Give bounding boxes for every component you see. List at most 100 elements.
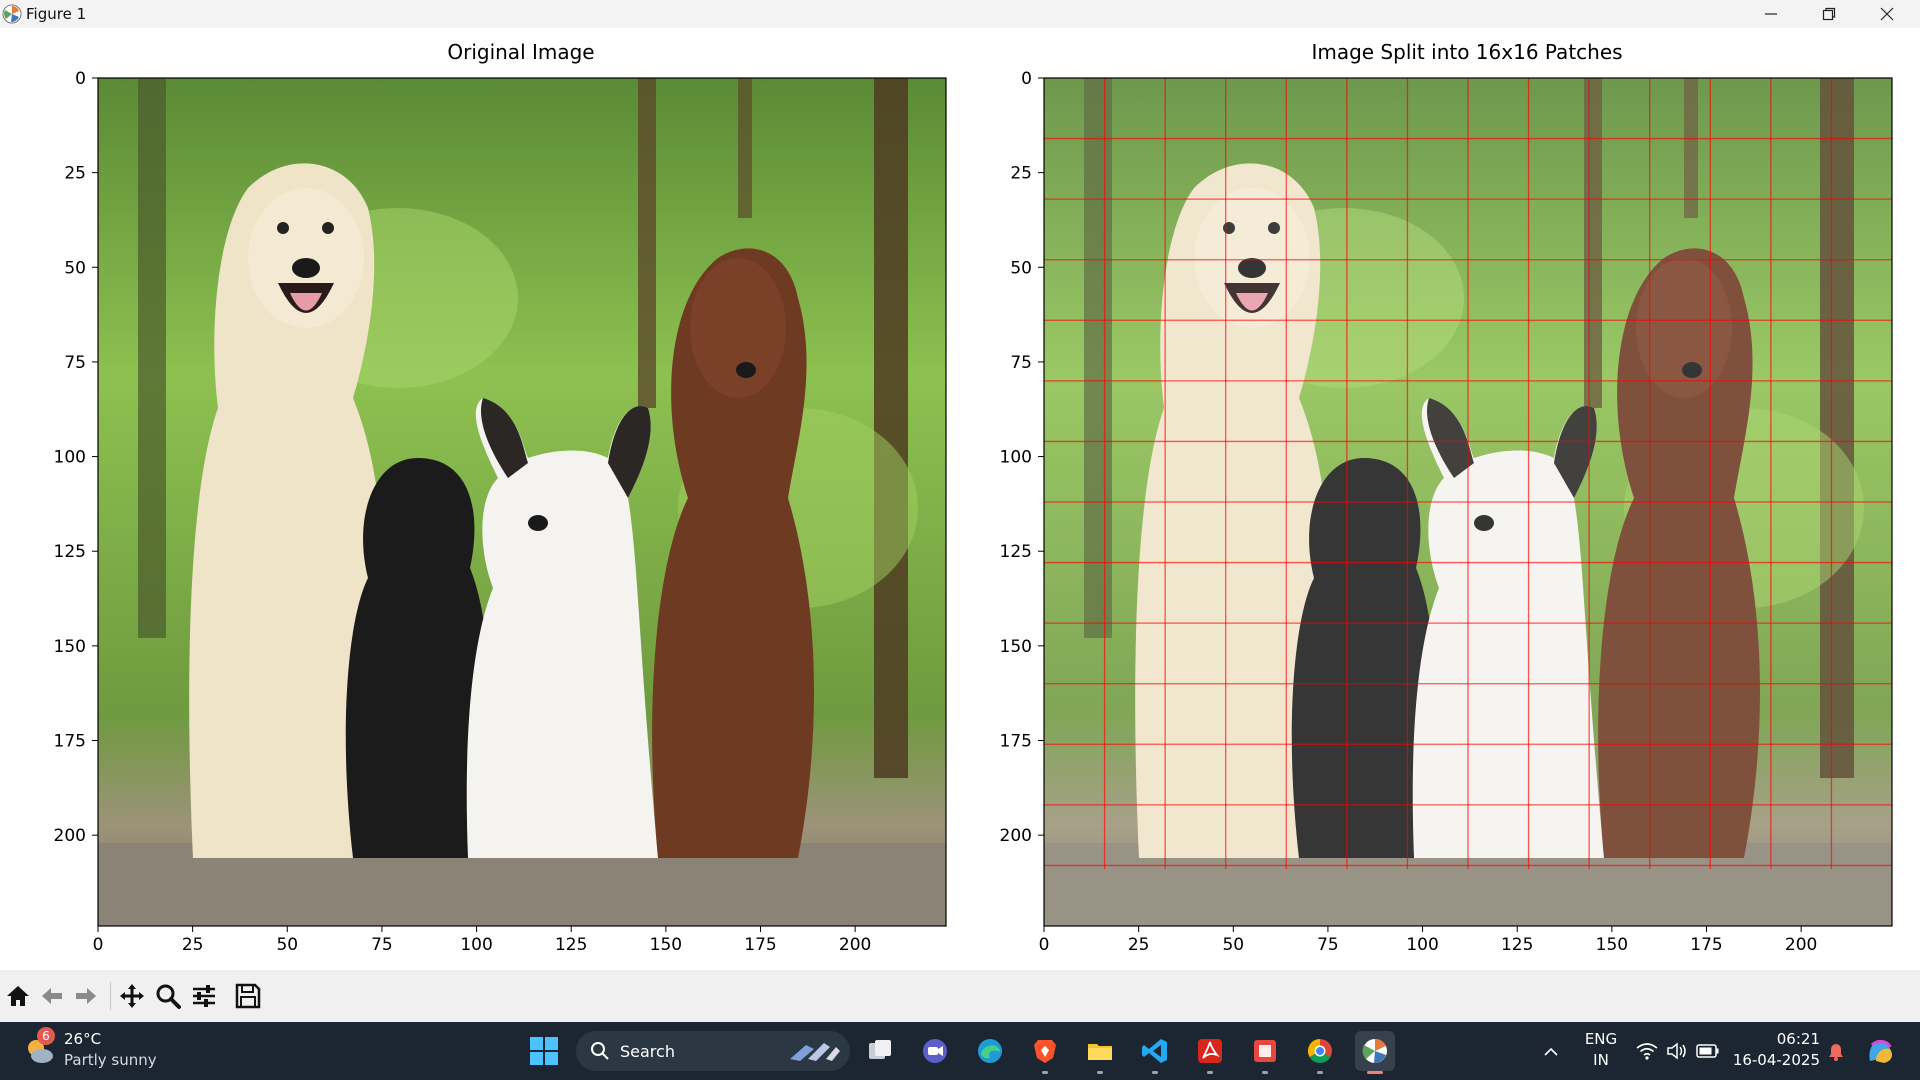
start-button[interactable] [524,1031,564,1071]
running-indicator [1097,1071,1103,1074]
windows-taskbar [0,1022,1920,1080]
search-icon [591,1042,609,1060]
close-button[interactable] [1858,0,1916,28]
x-tick-label: 200 [839,935,871,955]
move-icon [120,984,144,1008]
chrome-browser-icon [1307,1039,1332,1064]
y-tick-label: 50 [1010,258,1032,278]
y-tick-label: 200 [54,826,86,846]
arrow-right-icon [76,988,96,1004]
y-tick-label: 125 [1000,542,1032,562]
y-tick-label: 175 [1000,732,1032,752]
chevron-up-icon [1544,1047,1558,1056]
x-tick-label: 100 [1406,935,1438,955]
taskbar-brave[interactable] [1025,1031,1065,1074]
volume-icon [1667,1042,1686,1060]
search-label: Search [620,1042,675,1061]
home-button[interactable] [2,980,34,1012]
y-tick-label: 150 [1000,637,1032,657]
restore-button[interactable] [1800,0,1858,28]
pan-button[interactable] [116,980,148,1012]
red-app-icon [1254,1040,1276,1062]
magnifier-icon [156,984,181,1009]
y-tick-label: 125 [54,542,86,562]
video-chat-icon [923,1039,947,1063]
task-view-icon [869,1040,891,1059]
copilot-button[interactable] [1864,1035,1898,1067]
figure-canvas[interactable]: Original Image 0 0 25 25 50 50 75 75 100 100 125 12… [0,28,1920,970]
axes-original: 0 0 25 25 50 50 75 75 100 100 125 125 150 150 175 175 20… [54,69,947,955]
running-indicator [1042,1071,1048,1074]
matplotlib-icon [1362,1038,1387,1064]
x-tick-label: 0 [1039,935,1050,955]
x-tick-label: 125 [555,935,587,955]
subplot-title-patches: Image Split into 16x16 Patches [1311,40,1622,64]
x-tick-label: 175 [744,935,776,955]
x-tick-label: 50 [276,935,298,955]
forward-button[interactable] [70,980,102,1012]
taskbar-vscode[interactable] [1135,1031,1175,1074]
quick-settings[interactable] [1636,1039,1720,1063]
y-tick-label: 75 [1010,353,1032,373]
taskbar-acrobat[interactable] [1190,1031,1230,1074]
y-tick-label: 25 [64,164,86,184]
notification-badge: 6 [37,1027,55,1045]
notifications-button[interactable] [1824,1039,1848,1063]
axes-patches: 0 0 25 25 50 50 75 75 100 100 125 125 150 150 175 175 20… [1000,69,1893,955]
search-highlight-icon [790,1043,840,1061]
save-button[interactable] [232,980,264,1012]
clock-date: 16-04-2025 [1732,1051,1820,1069]
arrow-left-icon [42,988,62,1004]
folder-icon [1088,1044,1112,1060]
language-indicator[interactable]: ENG IN [1580,1030,1622,1074]
y-tick-label: 100 [1000,448,1032,468]
clock[interactable]: 06:21 16-04-2025 [1730,1030,1820,1074]
taskbar-chrome[interactable] [1300,1031,1340,1074]
taskbar-matplotlib-figure[interactable] [1355,1031,1395,1074]
edge-browser-icon [978,1039,1002,1063]
taskbar-meet[interactable] [915,1031,955,1071]
x-tick-label: 200 [1785,935,1817,955]
x-tick-label: 100 [460,935,492,955]
y-tick-label: 0 [1021,69,1032,89]
x-tick-label: 25 [1128,935,1150,955]
minimize-button[interactable] [1742,0,1800,28]
y-tick-label: 0 [75,69,86,89]
y-tick-label: 50 [64,258,86,278]
restore-icon [1822,7,1836,21]
taskbar-task-view[interactable] [860,1031,900,1071]
taskbar-file-explorer[interactable] [1080,1031,1120,1074]
language-code: ENG [1584,1030,1618,1048]
x-tick-label: 25 [182,935,204,955]
weather-description: Partly sunny [64,1051,157,1069]
y-tick-label: 175 [54,732,86,752]
matplotlib-app-icon [2,4,22,24]
running-indicator [1207,1071,1213,1074]
x-tick-label: 75 [371,935,393,955]
y-tick-label: 75 [64,353,86,373]
taskbar-search[interactable]: Search [576,1031,850,1071]
minimize-icon [1765,13,1777,15]
floppy-disk-icon [235,983,261,1009]
x-tick-label: 175 [1690,935,1722,955]
x-tick-label: 150 [1596,935,1628,955]
close-icon [1880,7,1894,21]
copilot-icon [1869,1039,1892,1063]
y-tick-label: 200 [1000,826,1032,846]
weather-temperature: 26°C [64,1030,102,1048]
taskbar-edge[interactable] [970,1031,1010,1071]
zoom-button[interactable] [152,980,184,1012]
x-tick-label: 0 [93,935,104,955]
matplotlib-toolbar [0,970,1920,1022]
figure-svg: Original Image 0 0 25 25 50 50 75 75 100 100 125 12… [54,40,1893,955]
clock-time: 06:21 [1776,1030,1820,1048]
back-button[interactable] [36,980,68,1012]
home-icon [7,986,29,1006]
battery-icon [1696,1044,1719,1058]
configure-subplots-button[interactable] [188,980,220,1012]
x-tick-label: 75 [1317,935,1339,955]
x-tick-label: 150 [650,935,682,955]
show-hidden-icons-button[interactable] [1540,1041,1562,1063]
taskbar-red-app[interactable] [1245,1031,1285,1074]
toolbar-separator [110,982,111,1010]
